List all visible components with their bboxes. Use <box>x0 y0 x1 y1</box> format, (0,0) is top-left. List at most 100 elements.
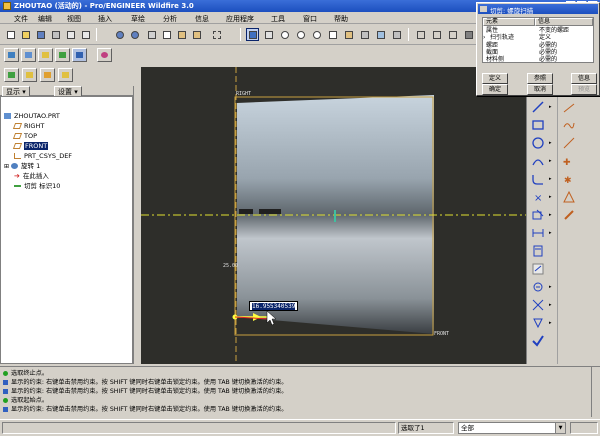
feature-tool-icon[interactable] <box>562 190 576 204</box>
menu-applications[interactable]: 应用程序 <box>226 14 254 24</box>
menu-edit[interactable]: 编辑 <box>38 14 52 24</box>
layers-button[interactable] <box>374 28 387 41</box>
tree-item[interactable]: RIGHT <box>12 121 44 131</box>
regenerate-button[interactable] <box>262 28 275 41</box>
row-element[interactable]: 扫引轨迹 <box>486 34 514 42</box>
tab-folder-browser-icon[interactable] <box>22 68 37 82</box>
chevron-down-icon[interactable]: ▼ <box>555 423 565 433</box>
menu-sketch[interactable]: 草绘 <box>131 14 145 24</box>
info-button[interactable]: 信息 <box>571 73 597 84</box>
arc-tool-icon[interactable]: ▸ <box>531 154 552 168</box>
view-manager-button[interactable] <box>390 28 403 41</box>
csys-toggle[interactable] <box>55 48 70 62</box>
constraint-tool-icon[interactable] <box>531 262 545 276</box>
graphics-viewport[interactable]: RIGHT FRONT 25.00 16.955340539 <box>141 67 526 364</box>
column-element[interactable]: 元素 <box>483 18 535 26</box>
tree-item[interactable]: 切剪 标识10 <box>14 181 60 191</box>
datum-axis-toggle[interactable] <box>21 48 36 62</box>
refit-button[interactable] <box>326 28 339 41</box>
shading-button[interactable] <box>462 28 475 41</box>
zoom-out-icon[interactable] <box>310 28 323 41</box>
text-tool-icon[interactable]: ▸ <box>531 280 552 294</box>
modify-tool-icon[interactable] <box>531 244 545 258</box>
sketch-view-button[interactable] <box>246 28 259 41</box>
redo-button[interactable] <box>128 28 141 41</box>
menu-insert[interactable]: 插入 <box>98 14 112 24</box>
point-tool-icon[interactable]: × ▸ <box>531 190 552 204</box>
tree-item[interactable]: ZHOUTAO.PRT <box>4 111 60 121</box>
rectangle-tool-icon[interactable] <box>531 118 545 132</box>
datum-label-front: FRONT <box>434 331 450 337</box>
fillet-tool-icon[interactable]: ▸ <box>531 172 552 186</box>
helical-sweep-dialog: 切剪: 螺旋扫描 元素 信息 属性 不变的螺距 › 扫引轨迹 定义 螺距 必需的… <box>476 2 600 96</box>
hidden-line-button[interactable] <box>430 28 443 41</box>
zoom-fit-button[interactable] <box>278 28 291 41</box>
ok-button[interactable]: 确定 <box>482 84 508 95</box>
tree-item[interactable]: PRT_CSYS_DEF <box>14 151 72 161</box>
email-link-button[interactable] <box>79 28 92 41</box>
datum-plane-toggle[interactable] <box>4 48 19 62</box>
sketch-canvas[interactable] <box>141 67 526 364</box>
tab-history-icon[interactable] <box>58 68 73 82</box>
tree-item[interactable]: ⊞ 旋转 1 <box>4 161 40 171</box>
preview-button[interactable]: 预览 <box>571 84 597 95</box>
feature-tool-icon[interactable] <box>562 100 576 114</box>
model-tree: ZHOUTAO.PRT RIGHT TOP FRONT PRT_CSYS_DEF… <box>0 96 133 364</box>
undo-button[interactable] <box>113 28 126 41</box>
circle-tool-icon[interactable]: ▸ <box>531 136 552 150</box>
expand-icon[interactable]: ⊞ <box>4 163 9 170</box>
feature-tool-icon[interactable] <box>562 208 576 222</box>
model-tree-toggle[interactable] <box>72 48 87 62</box>
menu-view[interactable]: 视图 <box>67 14 81 24</box>
save-button[interactable] <box>34 28 47 41</box>
menu-window[interactable]: 窗口 <box>303 14 317 24</box>
copy-button[interactable] <box>160 28 173 41</box>
tree-scrollbar[interactable] <box>133 86 140 364</box>
email-button[interactable] <box>64 28 77 41</box>
row-element[interactable]: 材料侧 <box>486 56 504 64</box>
menu-tools[interactable]: 工具 <box>271 14 285 24</box>
tab-model-tree-icon[interactable] <box>4 68 19 82</box>
feature-tool-icon[interactable] <box>562 136 576 150</box>
datum-point-toggle[interactable] <box>38 48 53 62</box>
wireframe-button[interactable] <box>414 28 427 41</box>
tree-item[interactable]: ➔ 在此插入 <box>14 171 49 181</box>
datum-plane-icon <box>12 123 23 129</box>
message-scrollbar[interactable] <box>591 367 600 417</box>
feature-tool-icon[interactable] <box>562 118 576 132</box>
line-tool-icon[interactable]: ▸ <box>531 100 552 114</box>
mirror-tool-icon[interactable]: ▸ <box>531 316 552 330</box>
menu-info[interactable]: 信息 <box>195 14 209 24</box>
define-button[interactable]: 定义 <box>482 73 508 84</box>
print-button[interactable] <box>49 28 62 41</box>
zoom-in-icon[interactable] <box>294 28 307 41</box>
cut-icon[interactable] <box>145 28 158 41</box>
trim-tool-icon[interactable]: ▸ <box>531 298 552 312</box>
feature-tool-icon[interactable]: ✚ <box>562 154 576 168</box>
message-line: 显示的约束: 右键单击禁用约束。按 SHIFT 键同时右键单击锁定约束。使用 T… <box>3 387 287 396</box>
no-hidden-button[interactable] <box>446 28 459 41</box>
done-checkmark-icon[interactable] <box>531 334 545 348</box>
column-info[interactable]: 信息 <box>535 18 593 26</box>
dimension-tool-icon[interactable]: ▸ <box>531 226 552 240</box>
menu-analysis[interactable]: 分析 <box>163 14 177 24</box>
saved-views-button[interactable] <box>358 28 371 41</box>
tree-item[interactable]: FRONT <box>12 141 49 151</box>
menu-help[interactable]: 帮助 <box>334 14 348 24</box>
selection-filter-select[interactable]: 全部 ▼ <box>458 422 566 434</box>
cancel-button[interactable]: 取消 <box>527 84 553 95</box>
dimension-input[interactable]: 16.955340539 <box>249 301 299 311</box>
use-edge-icon[interactable]: ▸ <box>531 208 552 222</box>
tree-item[interactable]: TOP <box>12 131 37 141</box>
menu-file[interactable]: 文件 <box>14 14 28 24</box>
select-box-button[interactable] <box>210 28 223 41</box>
tab-favorites-icon[interactable] <box>40 68 55 82</box>
open-file-button[interactable] <box>19 28 32 41</box>
paste-button[interactable] <box>175 28 188 41</box>
reference-button[interactable]: 参照 <box>527 73 553 84</box>
paste-special-button[interactable] <box>190 28 203 41</box>
reorient-button[interactable] <box>342 28 355 41</box>
spin-center-toggle[interactable] <box>97 48 112 62</box>
new-file-button[interactable] <box>4 28 17 41</box>
feature-tool-icon[interactable]: ✱ <box>562 172 576 186</box>
